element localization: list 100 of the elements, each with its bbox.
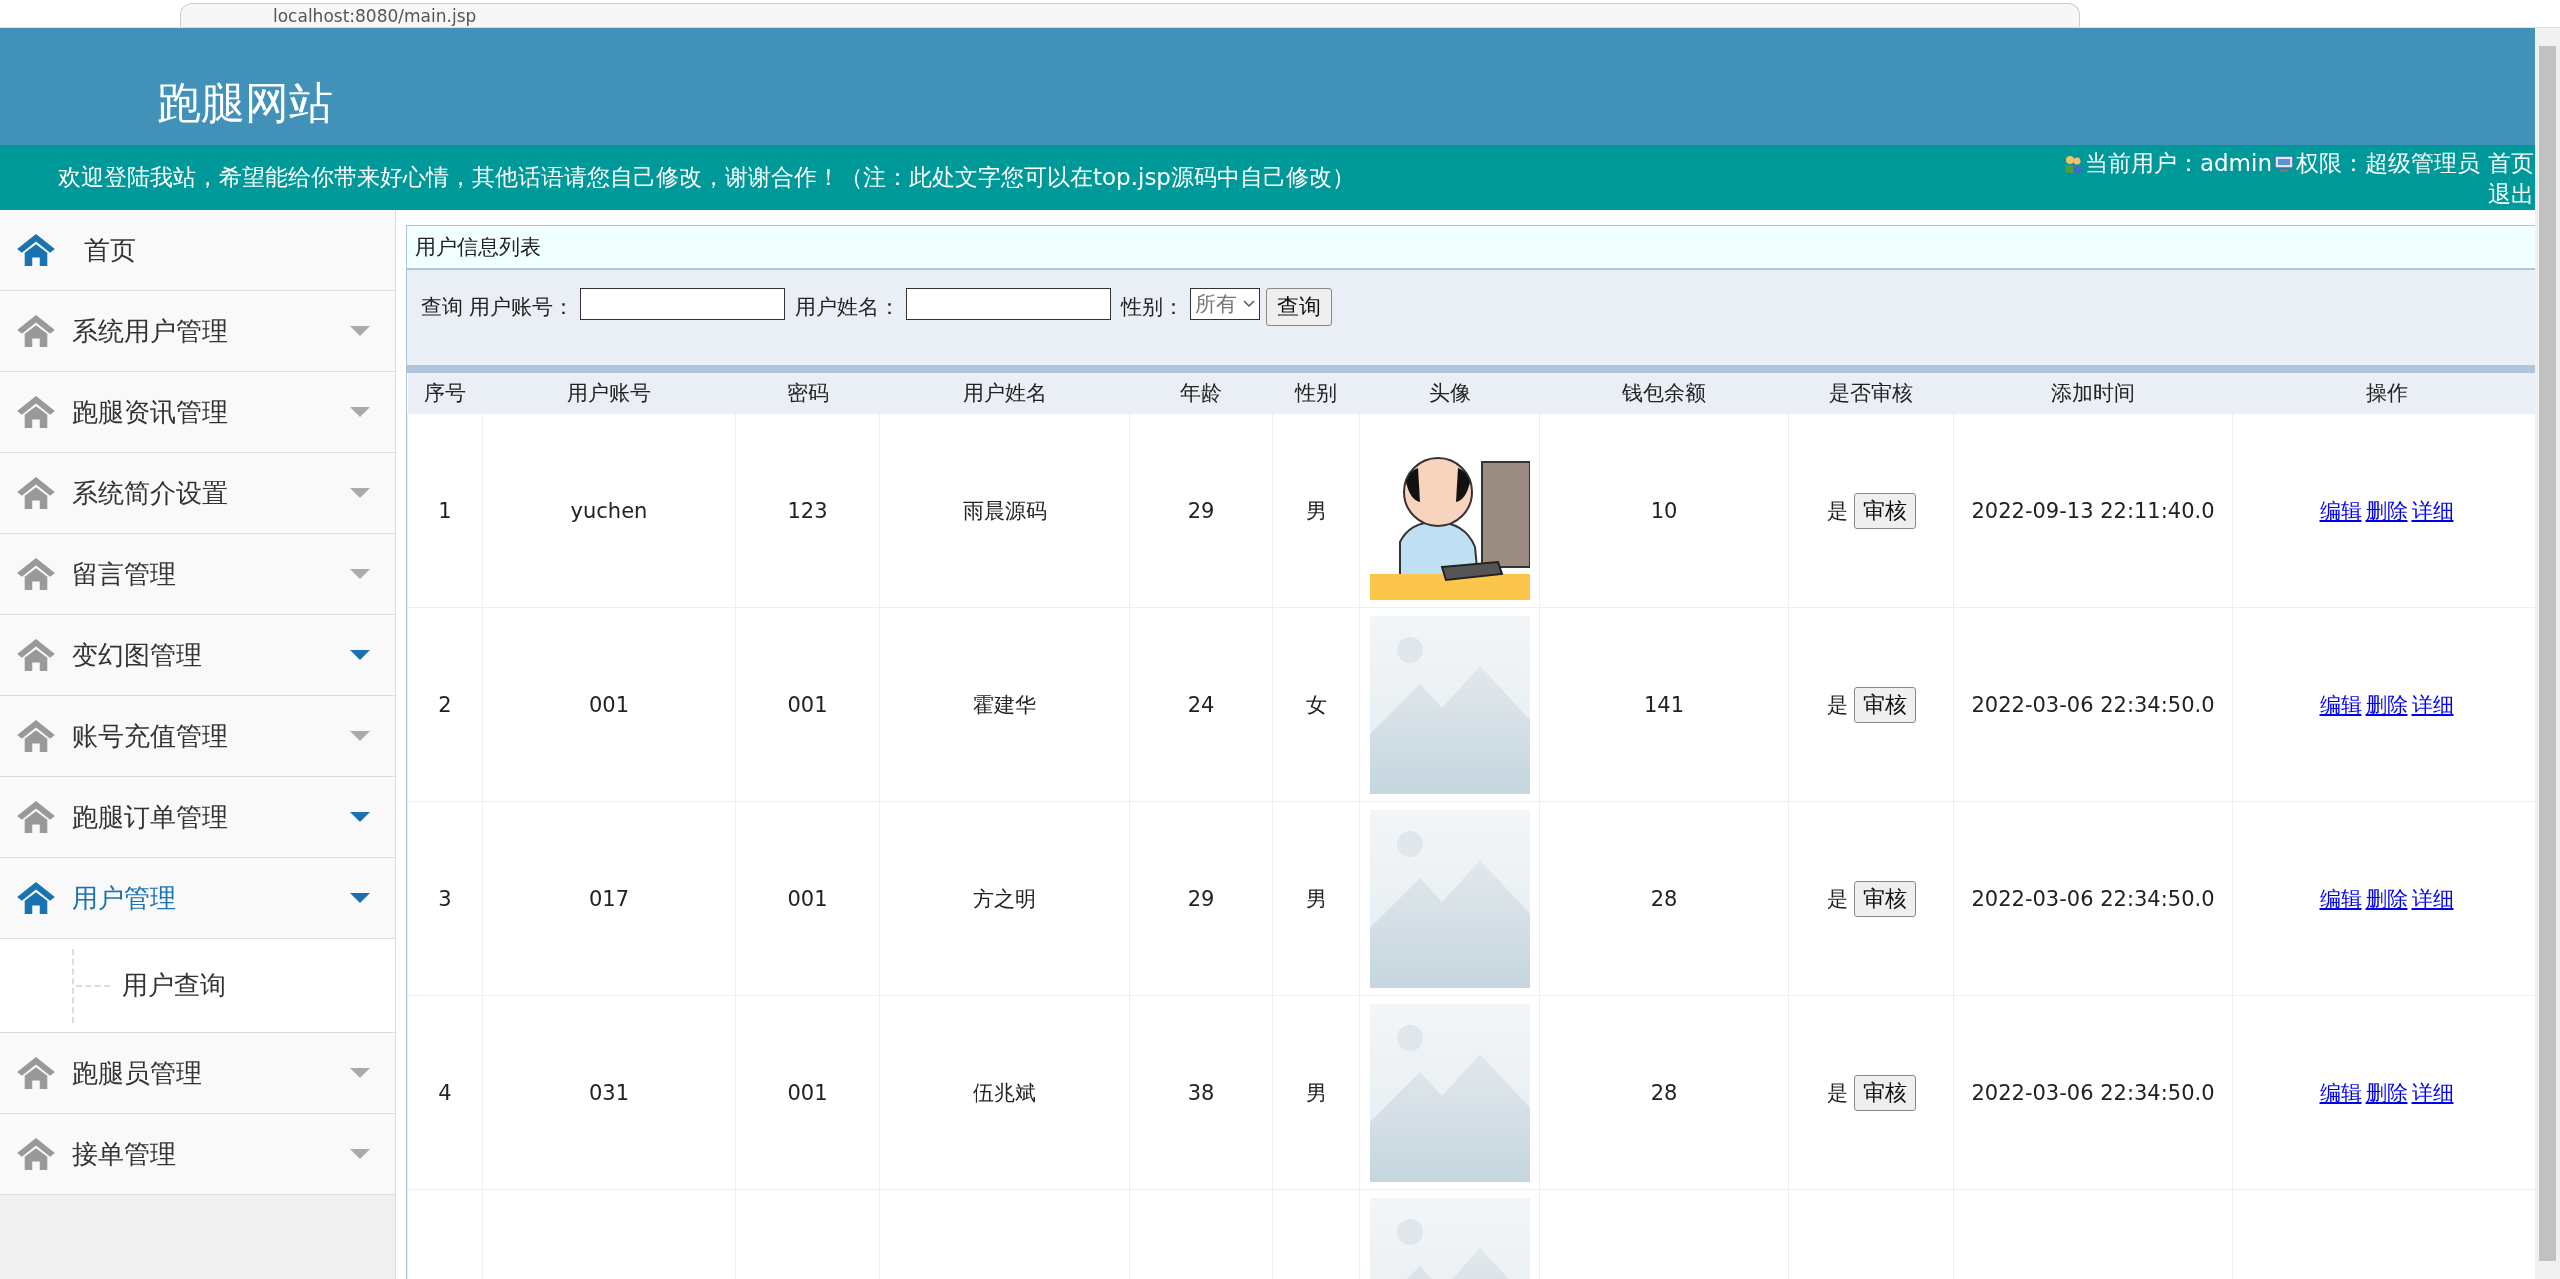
table-cell: 28 (1539, 995, 1789, 1190)
table-cell: 141 (1539, 607, 1789, 802)
sidebar-item[interactable]: 用户管理 (0, 858, 395, 939)
sidebar-item[interactable]: 留言管理 (0, 534, 395, 615)
sidebar-item[interactable]: 跑腿资讯管理 (0, 372, 395, 453)
table-cell: 女 (1272, 607, 1360, 802)
action-link[interactable]: 删除 (2365, 886, 2408, 911)
column-header: 头像 (1359, 373, 1540, 414)
chevron-icon (1243, 300, 1255, 308)
gender-select[interactable]: 所有 (1190, 288, 1260, 320)
field-label: 用户姓名： (795, 294, 900, 321)
action-link[interactable]: 编辑 (2319, 1080, 2362, 1105)
input-field[interactable] (906, 288, 1111, 320)
action-link[interactable]: 删除 (2365, 692, 2408, 717)
table-cell: 2022-09-13 22:11:40.0 (1953, 413, 2233, 608)
address-bar[interactable]: localhost:8080/main.jsp (180, 3, 2080, 27)
table-cell: 001 (735, 801, 880, 996)
home-icon (17, 234, 55, 266)
table-cell: 29 (1129, 801, 1273, 996)
table-cell: 2022-03-06 22:34:50.0 (1953, 801, 2233, 996)
sidebar-item[interactable]: 接单管理 (0, 1114, 395, 1195)
home-icon (17, 558, 55, 590)
home-icon (17, 639, 55, 671)
action-link[interactable]: 编辑 (2319, 498, 2362, 523)
users-icon (2062, 153, 2083, 174)
review-button[interactable]: 审核 (1853, 686, 1916, 723)
table-cell: 123 (735, 413, 880, 608)
review-status: 是 (1826, 1079, 1848, 1107)
home-icon (17, 396, 55, 428)
table-cell: 男 (1272, 801, 1360, 996)
action-link[interactable]: 编辑 (2319, 886, 2362, 911)
action-link[interactable]: 详细 (2411, 498, 2454, 523)
table-cell: 2 (407, 607, 483, 802)
column-header: 用户账号 (482, 373, 736, 414)
table-cell: yuchen (482, 413, 736, 608)
sidebar-item[interactable]: 系统简介设置 (0, 453, 395, 534)
sidebar-item[interactable]: 首页 (0, 210, 395, 291)
table-cell: 4 (407, 995, 483, 1190)
column-header: 钱包余额 (1539, 373, 1789, 414)
column-header: 密码 (735, 373, 880, 414)
table-cell: 2022-03-06 22:34:50.0 (1953, 607, 2233, 802)
home-icon (17, 720, 55, 752)
table-cell: 28 (1539, 801, 1789, 996)
table-cell: 38 (1129, 995, 1273, 1190)
table-cell: 2022-03-06 22:34:50.0 (1953, 995, 2233, 1190)
scrollbar[interactable] (2535, 28, 2560, 1279)
table-cell: 霍建华 (879, 607, 1130, 802)
column-header: 序号 (407, 373, 483, 414)
table-cell: 雨晨源码 (879, 413, 1130, 608)
column-header: 年龄 (1129, 373, 1273, 414)
action-link[interactable]: 详细 (2411, 886, 2454, 911)
table-cell: 男 (1272, 995, 1360, 1190)
home-icon (17, 477, 55, 509)
column-header: 性别 (1272, 373, 1360, 414)
search-button[interactable]: 查询 (1266, 288, 1332, 326)
table-cell: 031 (482, 995, 736, 1190)
action-link[interactable]: 编辑 (2319, 692, 2362, 717)
table-cell: 017 (482, 801, 736, 996)
table-cell: 001 (735, 607, 880, 802)
review-button[interactable]: 审核 (1853, 492, 1916, 529)
action-link[interactable]: 详细 (2411, 1080, 2454, 1105)
column-header: 是否审核 (1788, 373, 1954, 414)
input-field[interactable] (580, 288, 785, 320)
welcome-text: 欢迎登陆我站，希望能给你带来好心情，其他话语请您自己修改，谢谢合作！（注：此处文字您可以在top.jsp源码中自己修改） (58, 163, 1355, 192)
home-icon (17, 1057, 55, 1089)
action-link[interactable]: 删除 (2365, 498, 2408, 523)
home-icon (17, 1138, 55, 1170)
submenu-item[interactable]: 用户查询 (122, 968, 226, 1003)
review-button[interactable]: 审核 (1853, 1074, 1916, 1111)
home-icon (17, 801, 55, 833)
action-link[interactable]: 删除 (2365, 1080, 2408, 1105)
sidebar-item[interactable]: 跑腿员管理 (0, 1033, 395, 1114)
field-label: 用户账号： (469, 294, 574, 321)
sidebar-item[interactable]: 跑腿订单管理 (0, 777, 395, 858)
table-cell: 1 (407, 413, 483, 608)
table-cell: 3 (407, 801, 483, 996)
column-header: 用户姓名 (879, 373, 1130, 414)
table-cell: 方之明 (879, 801, 1130, 996)
field-label: 性别： (1121, 294, 1184, 321)
table-cell: 男 (1272, 413, 1360, 608)
monitor-icon (2274, 153, 2294, 174)
table-cell: 10 (1539, 413, 1789, 608)
sidebar-item[interactable]: 账号充值管理 (0, 696, 395, 777)
table-cell: 001 (735, 995, 880, 1190)
review-status: 是 (1826, 497, 1848, 525)
sidebar-item[interactable]: 变幻图管理 (0, 615, 395, 696)
sidebar-item[interactable]: 系统用户管理 (0, 291, 395, 372)
search-label: 查询 (421, 294, 463, 321)
table-cell: 001 (482, 607, 736, 802)
action-link[interactable]: 详细 (2411, 692, 2454, 717)
table-cell: 29 (1129, 413, 1273, 608)
review-status: 是 (1826, 885, 1848, 913)
permission-text: 权限：超级管理员 (2296, 149, 2480, 178)
current-user: 当前用户：admin (2084, 149, 2272, 178)
column-header: 添加时间 (1953, 373, 2233, 414)
review-button[interactable]: 审核 (1853, 880, 1916, 917)
review-status: 是 (1826, 691, 1848, 719)
home-icon (17, 315, 55, 347)
table-cell: 24 (1129, 607, 1273, 802)
table-cell: 伍兆斌 (879, 995, 1130, 1190)
